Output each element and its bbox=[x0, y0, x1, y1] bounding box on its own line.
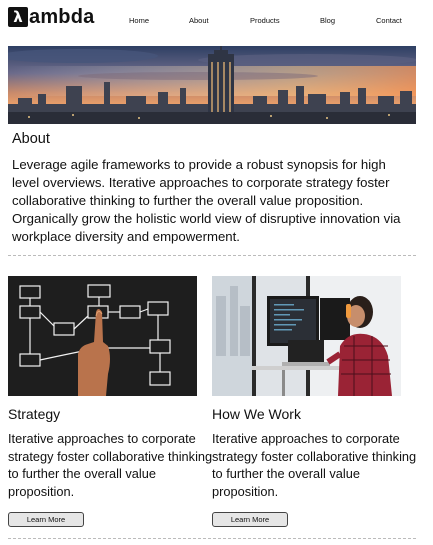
strategy-flowchart-image bbox=[8, 276, 197, 396]
nav-products-link[interactable]: Products bbox=[250, 16, 280, 25]
brand-name: ambda bbox=[29, 6, 95, 28]
hero-skyline-image bbox=[8, 46, 416, 124]
footer-divider bbox=[8, 538, 416, 539]
section-divider bbox=[8, 255, 416, 256]
strategy-learn-more-button[interactable]: Learn More bbox=[8, 512, 84, 527]
strategy-card-text: Iterative approaches to corporate strate… bbox=[8, 431, 213, 499]
about-paragraph: Leverage agile frameworks to provide a r… bbox=[12, 157, 401, 244]
nav-about-link[interactable]: About bbox=[189, 16, 209, 25]
site-header: λ ambda Home About Products Blog Contact bbox=[0, 0, 433, 40]
site-logo[interactable]: λ ambda bbox=[8, 7, 94, 27]
about-heading: About bbox=[12, 131, 50, 147]
lambda-logo-icon: λ bbox=[8, 7, 28, 27]
how-we-work-card-text: Iterative approaches to corporate strate… bbox=[212, 431, 417, 499]
how-we-work-card-title: How We Work bbox=[212, 406, 301, 422]
nav-contact-link[interactable]: Contact bbox=[376, 16, 402, 25]
strategy-card-title: Strategy bbox=[8, 406, 61, 422]
nav-blog-link[interactable]: Blog bbox=[320, 16, 335, 25]
nav-home-link[interactable]: Home bbox=[129, 16, 149, 25]
how-we-work-image bbox=[212, 276, 401, 396]
how-we-work-learn-more-button[interactable]: Learn More bbox=[212, 512, 288, 527]
